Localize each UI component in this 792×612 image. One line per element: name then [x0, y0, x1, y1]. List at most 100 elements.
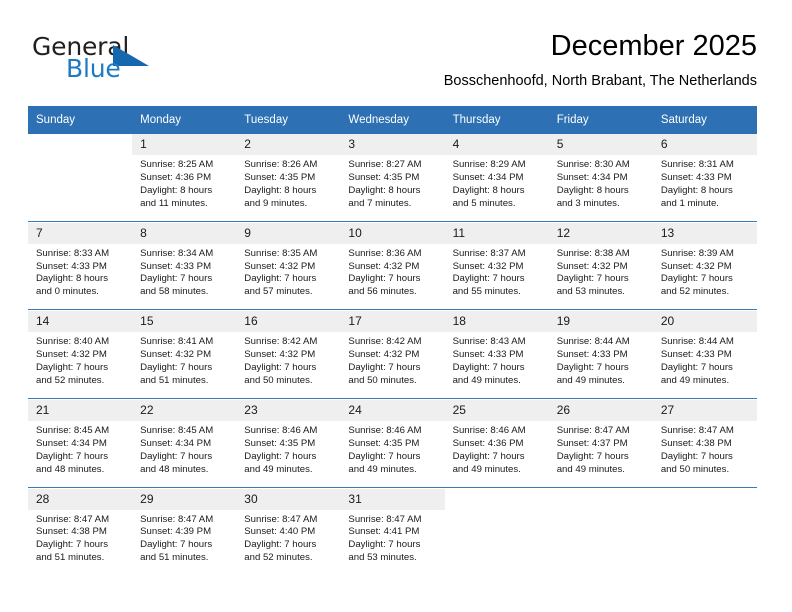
day-daylight-text: and 50 minutes. [348, 374, 417, 386]
day-number[interactable]: 23 [236, 399, 341, 421]
day-daylight-text: and 51 minutes. [140, 552, 209, 564]
day-number[interactable]: 19 [548, 311, 653, 333]
day-cell: Sunrise: 8:43 AM Sunset: 4:33 PM Daylight:… [444, 332, 549, 399]
day-sunrise-text: Sunrise: 8:39 AM [660, 247, 734, 259]
week-detail-row: Sunrise: 8:45 AM Sunset: 4:34 PM Daylight:… [28, 420, 757, 487]
logo-text-blue: Blue [66, 54, 121, 83]
day-number[interactable]: 8 [132, 222, 237, 244]
day-sunrise-text: Sunrise: 8:47 AM [140, 513, 214, 525]
day-daylight-text: and 48 minutes. [36, 463, 105, 475]
day-cell-empty [28, 155, 133, 222]
day-daylight-text: and 51 minutes. [140, 374, 209, 386]
day-number[interactable]: 16 [236, 311, 341, 333]
day-cell: Sunrise: 8:30 AM Sunset: 4:34 PM Daylight:… [548, 155, 653, 222]
day-number[interactable]: 22 [132, 399, 237, 421]
day-daylight-text: Daylight: 8 hours [452, 184, 525, 196]
day-sunset-text: Sunset: 4:33 PM [660, 171, 732, 183]
title-block: December 2025 Bosschenhoofd, North Braba… [444, 28, 757, 91]
day-number[interactable]: 4 [444, 134, 549, 155]
general-blue-logo[interactable]: General Blue [32, 32, 212, 88]
day-daylight-text: and 49 minutes. [660, 374, 730, 386]
day-number-empty [548, 488, 653, 510]
day-number[interactable]: 24 [340, 399, 445, 421]
day-daylight-text: and 52 minutes. [660, 286, 730, 298]
day-number[interactable]: 31 [340, 488, 445, 510]
week-daynumber-row: 7 8 9 10 11 12 13 [28, 222, 757, 244]
day-number[interactable]: 21 [28, 399, 133, 421]
day-number[interactable]: 9 [236, 222, 341, 244]
day-sunrise-text: Sunrise: 8:47 AM [556, 424, 630, 436]
day-daylight-text: Daylight: 7 hours [244, 539, 317, 551]
day-sunset-text: Sunset: 4:33 PM [36, 260, 107, 272]
day-sunrise-text: Sunrise: 8:35 AM [244, 247, 318, 259]
day-number[interactable]: 25 [444, 399, 549, 421]
week-detail-row: Sunrise: 8:33 AM Sunset: 4:33 PM Daylight:… [28, 243, 757, 310]
day-number[interactable]: 6 [652, 134, 757, 155]
day-daylight-text: Daylight: 7 hours [140, 539, 213, 551]
day-daylight-text: and 49 minutes. [244, 463, 313, 475]
day-sunset-text: Sunset: 4:34 PM [36, 437, 107, 449]
day-daylight-text: Daylight: 7 hours [452, 450, 525, 462]
day-number[interactable]: 2 [236, 134, 341, 155]
day-sunset-text: Sunset: 4:33 PM [140, 260, 212, 272]
day-daylight-text: Daylight: 7 hours [348, 539, 421, 551]
day-number[interactable]: 18 [444, 311, 549, 333]
day-sunrise-text: Sunrise: 8:47 AM [36, 513, 110, 525]
day-number[interactable]: 13 [652, 222, 757, 244]
day-sunrise-text: Sunrise: 8:26 AM [244, 159, 318, 170]
day-sunset-text: Sunset: 4:33 PM [452, 349, 524, 361]
day-daylight-text: and 3 minutes. [556, 197, 620, 209]
day-cell: Sunrise: 8:26 AM Sunset: 4:35 PM Daylight:… [236, 155, 341, 222]
day-sunset-text: Sunset: 4:37 PM [556, 437, 628, 449]
day-sunset-text: Sunset: 4:35 PM [348, 437, 420, 449]
day-cell: Sunrise: 8:33 AM Sunset: 4:33 PM Daylight:… [28, 243, 133, 310]
day-sunrise-text: Sunrise: 8:30 AM [556, 159, 630, 170]
day-number[interactable]: 10 [340, 222, 445, 244]
day-sunrise-text: Sunrise: 8:42 AM [244, 336, 318, 348]
day-sunrise-text: Sunrise: 8:36 AM [348, 247, 422, 259]
day-number[interactable]: 29 [132, 488, 237, 510]
day-sunrise-text: Sunrise: 8:27 AM [348, 159, 422, 170]
day-cell: Sunrise: 8:47 AM Sunset: 4:38 PM Daylight:… [28, 509, 133, 576]
day-number[interactable]: 1 [132, 134, 237, 155]
day-number[interactable]: 12 [548, 222, 653, 244]
day-number[interactable]: 11 [444, 222, 549, 244]
day-sunset-text: Sunset: 4:38 PM [36, 526, 107, 538]
day-daylight-text: and 9 minutes. [244, 197, 308, 209]
day-daylight-text: Daylight: 7 hours [660, 273, 733, 285]
day-number[interactable]: 7 [28, 222, 133, 244]
day-number[interactable]: 3 [340, 134, 445, 155]
day-sunset-text: Sunset: 4:32 PM [36, 349, 107, 361]
day-daylight-text: Daylight: 7 hours [660, 450, 733, 462]
day-daylight-text: Daylight: 7 hours [140, 362, 213, 374]
day-daylight-text: Daylight: 7 hours [452, 362, 525, 374]
day-number[interactable]: 15 [132, 311, 237, 333]
day-sunset-text: Sunset: 4:34 PM [556, 171, 628, 183]
calendar-table: Sunday Monday Tuesday Wednesday Thursday… [28, 106, 757, 576]
weekday-header-thursday: Thursday [444, 106, 549, 134]
day-cell: Sunrise: 8:42 AM Sunset: 4:32 PM Daylight:… [340, 332, 445, 399]
day-daylight-text: and 7 minutes. [348, 197, 412, 209]
day-daylight-text: Daylight: 8 hours [660, 184, 733, 196]
day-sunset-text: Sunset: 4:40 PM [244, 526, 316, 538]
day-number[interactable]: 26 [548, 399, 653, 421]
day-daylight-text: Daylight: 7 hours [348, 450, 421, 462]
day-number[interactable]: 14 [28, 311, 133, 333]
day-number[interactable]: 30 [236, 488, 341, 510]
day-cell: Sunrise: 8:34 AM Sunset: 4:33 PM Daylight:… [132, 243, 237, 310]
day-number[interactable]: 28 [28, 488, 133, 510]
day-daylight-text: and 52 minutes. [36, 374, 105, 386]
day-number[interactable]: 20 [652, 311, 757, 333]
day-sunset-text: Sunset: 4:33 PM [556, 349, 628, 361]
day-sunrise-text: Sunrise: 8:31 AM [660, 159, 734, 170]
day-daylight-text: and 49 minutes. [452, 463, 521, 475]
day-number[interactable]: 27 [652, 399, 757, 421]
day-daylight-text: and 52 minutes. [244, 552, 313, 564]
day-cell: Sunrise: 8:40 AM Sunset: 4:32 PM Daylight:… [28, 332, 133, 399]
day-sunrise-text: Sunrise: 8:44 AM [660, 336, 734, 348]
day-sunset-text: Sunset: 4:35 PM [348, 171, 420, 183]
day-number[interactable]: 17 [340, 311, 445, 333]
day-number[interactable]: 5 [548, 134, 653, 155]
day-sunset-text: Sunset: 4:32 PM [244, 260, 316, 272]
page-header: General Blue December 2025 Bosschenhoofd… [28, 28, 757, 100]
